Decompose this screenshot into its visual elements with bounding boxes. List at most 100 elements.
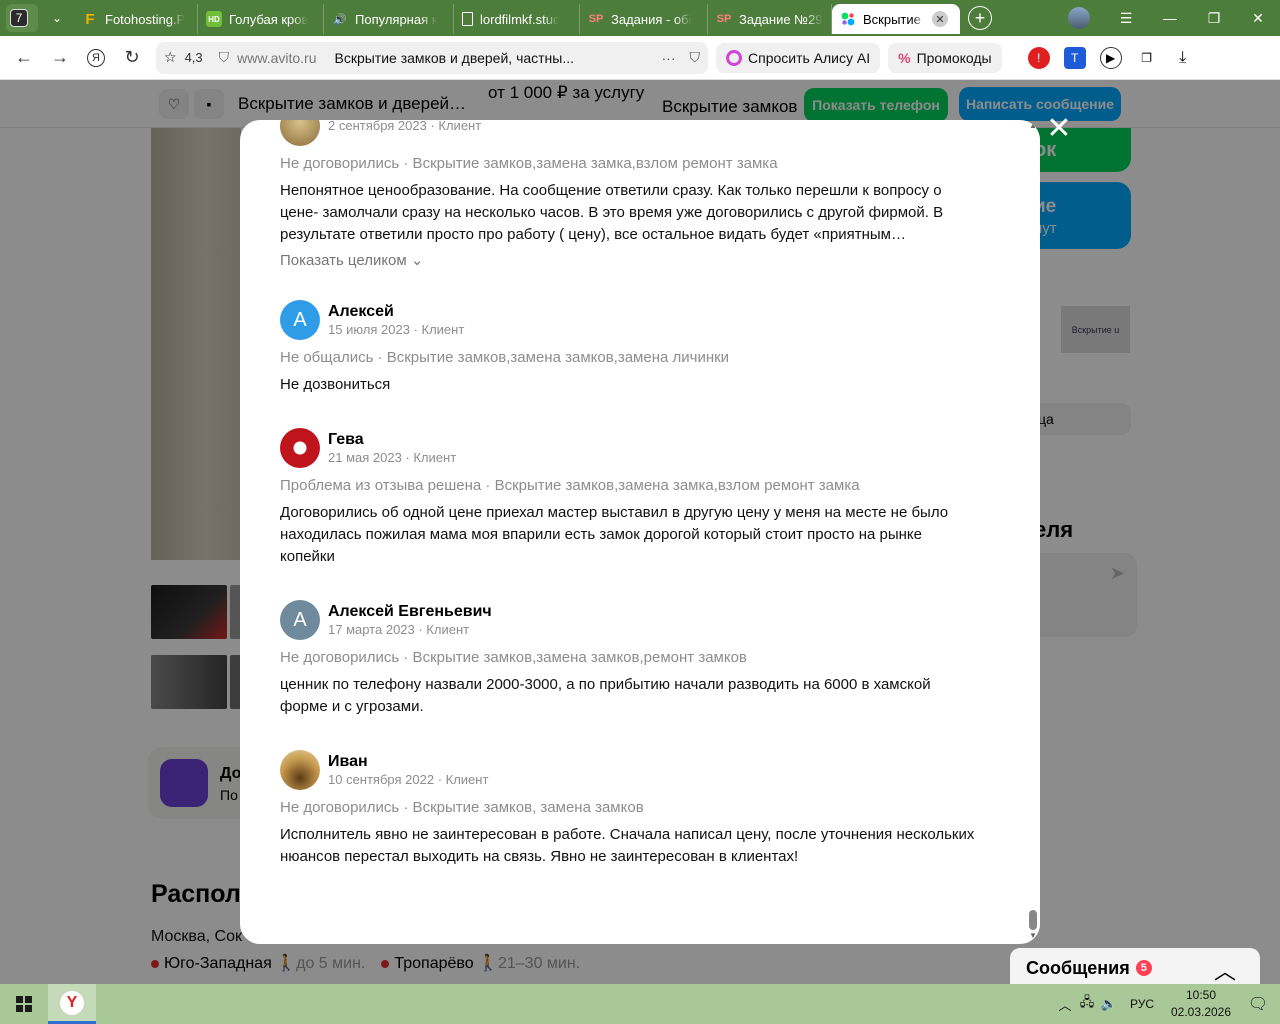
windows-start-icon[interactable] <box>0 984 48 1024</box>
browser-toolbar: ← → Я ↻ ☆ 4,3 ⛉ www.avito.ru Вскрытие за… <box>0 36 1280 80</box>
review-date: 21 мая 2023 · Клиент <box>328 449 457 465</box>
more-icon[interactable]: ··· <box>662 50 676 66</box>
ask-alice-button[interactable]: Спросить Алису AI <box>716 42 881 73</box>
hd-icon: HD <box>206 11 222 27</box>
tray-chevron-up-icon[interactable]: ︿ <box>1054 995 1076 1014</box>
review-tags: Не договорились · Вскрытие замков,замена… <box>280 649 747 666</box>
review-tags: Не общались · Вскрытие замков,замена зам… <box>280 349 730 366</box>
reviewer-avatar[interactable]: А <box>280 300 320 340</box>
address-bar[interactable]: ☆ 4,3 ⛉ www.avito.ru Вскрытие замков и д… <box>156 41 708 74</box>
volume-icon[interactable]: 🔈 <box>1098 996 1120 1012</box>
show-full-link[interactable]: Показать целиком ⌄ <box>280 250 980 272</box>
reviewer-avatar[interactable] <box>280 750 320 790</box>
extension-shield-icon[interactable]: ! <box>1027 46 1050 69</box>
review-text: Исполнитель явно не заинтересован в рабо… <box>280 826 975 865</box>
review-text: ценник по телефону назвали 2000-3000, а … <box>280 676 931 715</box>
review-item: Иван 10 сентября 2022 · Клиент Не догово… <box>280 750 980 868</box>
tab-count: 7 <box>10 9 28 27</box>
play-icon[interactable]: ▶ <box>1099 46 1122 69</box>
review-tags: Не договорились · Вскрытие замков,замена… <box>280 155 778 172</box>
yandex-browser-icon: Y <box>60 990 84 1015</box>
notifications-icon[interactable]: 🗨 <box>1236 984 1280 1024</box>
reviewer-avatar[interactable] <box>280 120 320 146</box>
messenger-panel[interactable]: Сообщения 5 ︿ <box>1010 948 1260 984</box>
scrollbar-thumb[interactable] <box>1029 910 1037 930</box>
review-tags: Проблема из отзыва решена · Вскрытие зам… <box>280 477 860 494</box>
site-rating: 4,3 <box>184 50 203 65</box>
windows-taskbar: Y ︿ 🖧 🔈 РУС 10:50 02.03.2026 🗨 <box>0 984 1280 1024</box>
tab-avito-active[interactable]: Вскрытие з ✕ <box>832 4 960 34</box>
review-date: 15 июля 2023 · Клиент <box>328 321 465 337</box>
fotohosting-icon: F <box>85 10 95 28</box>
reviews-modal: 2 сентября 2023 · Клиент Не договорились… <box>240 120 1040 944</box>
reviewer-name[interactable]: Алексей <box>328 302 464 321</box>
speaker-icon: 🔊 <box>333 13 347 26</box>
sp-icon: SP <box>588 13 604 25</box>
network-icon[interactable]: 🖧 <box>1076 993 1098 1015</box>
restore-icon[interactable]: ❐ <box>1192 0 1236 36</box>
tab-popular[interactable]: 🔊 Популярная к <box>324 4 454 34</box>
review-item: А Алексей Евгеньевич 17 марта 2023 · Кли… <box>280 600 980 718</box>
close-tab-icon[interactable]: ✕ <box>932 11 948 27</box>
reviewer-name[interactable]: Алексей Евгеньевич <box>328 602 492 621</box>
chevron-up-icon[interactable]: ︿ <box>1214 954 1236 984</box>
clock[interactable]: 10:50 02.03.2026 <box>1166 987 1236 1021</box>
extension-translate-icon[interactable]: T <box>1063 46 1086 69</box>
window-controls: ☰ — ❐ ✕ <box>1068 0 1280 36</box>
scroll-down-icon[interactable]: ▼ <box>1029 932 1037 940</box>
review-tags: Не договорились · Вскрытие замков, замен… <box>280 799 644 816</box>
unread-count-badge: 5 <box>1135 960 1152 976</box>
menu-icon[interactable]: ☰ <box>1104 0 1148 36</box>
review-item: А Алексей 15 июля 2023 · Клиент Не общал… <box>280 300 980 396</box>
url-page-title: Вскрытие замков и дверей, частны... <box>334 49 575 66</box>
system-tray: ︿ 🖧 🔈 РУС 10:50 02.03.2026 🗨 <box>1054 984 1280 1024</box>
download-icon[interactable]: ⤓ <box>1172 47 1194 69</box>
document-icon <box>462 12 473 26</box>
language-indicator[interactable]: РУС <box>1130 997 1154 1011</box>
sp-icon: SP <box>716 13 732 25</box>
collections-icon[interactable]: ❐ <box>1136 47 1158 69</box>
review-date: 17 марта 2023 · Клиент <box>328 621 470 637</box>
taskbar-yandex-browser[interactable]: Y <box>48 984 96 1024</box>
scroll-up-icon[interactable]: ▲ <box>1029 122 1037 130</box>
review-text: Договорились об одной цене приехал масте… <box>280 504 949 565</box>
profile-avatar[interactable] <box>1068 7 1090 29</box>
reload-icon[interactable]: ↻ <box>114 40 150 76</box>
page-content: ♡ ▪ Вскрытие замков и дверей, ч... от 1 … <box>0 80 1280 984</box>
reviewer-name[interactable]: Гева <box>328 430 456 449</box>
tab-zadaniya[interactable]: SP Задания - обі <box>580 4 708 34</box>
avito-icon <box>840 11 856 27</box>
promocodes-button[interactable]: % Промокоды <box>888 42 1002 73</box>
window-close-icon[interactable]: ✕ <box>1236 0 1280 36</box>
tab-zadanie-29[interactable]: SP Задание №29 <box>708 4 832 34</box>
yandex-icon[interactable]: Я <box>78 40 114 76</box>
url-domain: www.avito.ru <box>237 49 317 66</box>
minimize-icon[interactable]: — <box>1148 0 1192 36</box>
modal-close-icon[interactable]: ✕ <box>1044 114 1074 146</box>
percent-icon: % <box>898 49 911 66</box>
forward-icon[interactable]: → <box>42 40 78 76</box>
tab-golubaya[interactable]: HD Голубая кров <box>198 4 324 34</box>
star-icon: ☆ <box>164 49 177 65</box>
alice-icon <box>726 49 742 66</box>
reviewer-avatar[interactable] <box>280 428 320 468</box>
review-text: Не дозвониться <box>280 376 391 393</box>
browser-tab-strip: 7 ⌄ F Fotohosting.P HD Голубая кров 🔊 По… <box>0 0 1280 36</box>
tab-counter-button[interactable]: 7 <box>6 4 38 32</box>
new-tab-button[interactable]: + <box>968 6 992 30</box>
modal-scrollbar[interactable]: ▲ ▼ <box>1026 120 1040 944</box>
review-date: 2 сентября 2023 · Клиент <box>328 120 482 133</box>
reviewer-name[interactable]: Иван <box>328 752 488 771</box>
back-icon[interactable]: ← <box>6 40 42 76</box>
tabs-dropdown-icon[interactable]: ⌄ <box>44 4 70 32</box>
review-item: 2 сентября 2023 · Клиент Не договорились… <box>280 120 980 272</box>
tab-fotohosting[interactable]: F Fotohosting.P <box>74 4 198 34</box>
bookmark-icon[interactable]: ⛉ <box>690 49 701 66</box>
reviewer-avatar[interactable]: А <box>280 600 320 640</box>
review-item: Гева 21 мая 2023 · Клиент Проблема из от… <box>280 428 980 568</box>
shield-icon: ⛉ <box>218 49 230 65</box>
review-text: Непонятное ценообразование. На сообщение… <box>280 182 944 243</box>
extension-icons: ! T ▶ ❐ ⤓ <box>1027 46 1194 69</box>
tab-lordfilm[interactable]: lordfilmkf.stuc <box>454 4 580 34</box>
review-date: 10 сентября 2022 · Клиент <box>328 771 489 787</box>
